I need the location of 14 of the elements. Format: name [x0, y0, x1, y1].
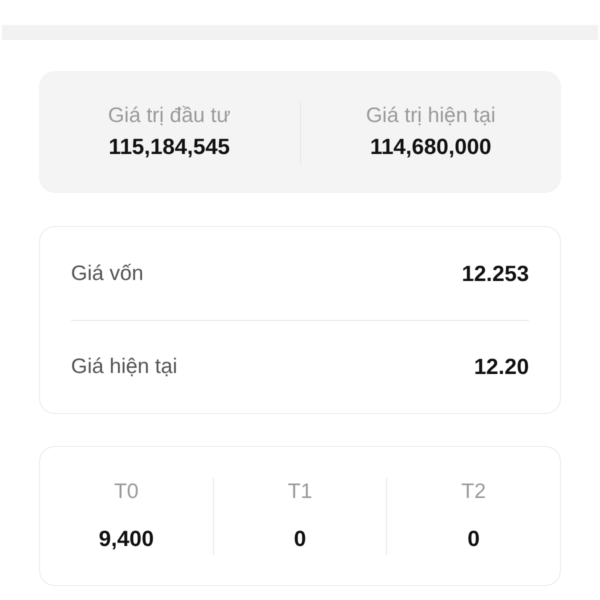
price-value: 12.253 — [462, 260, 529, 288]
settlement-value: 0 — [294, 525, 306, 553]
settlement-value: 0 — [468, 525, 480, 553]
summary-value: 114,680,000 — [370, 133, 492, 161]
summary-label: Giá trị hiện tại — [366, 103, 496, 129]
settlement-label: T2 — [461, 479, 486, 505]
settlement-label: T0 — [114, 479, 139, 505]
price-label: Giá vốn — [71, 260, 144, 286]
summary-value: 115,184,545 — [108, 133, 230, 161]
settlement-value: 9,400 — [98, 525, 154, 553]
price-value: 12.20 — [474, 353, 529, 381]
summary-label: Giá trị đầu tư — [108, 103, 231, 129]
price-label: Giá hiện tại — [71, 354, 178, 380]
settlement-label: T1 — [288, 479, 312, 505]
